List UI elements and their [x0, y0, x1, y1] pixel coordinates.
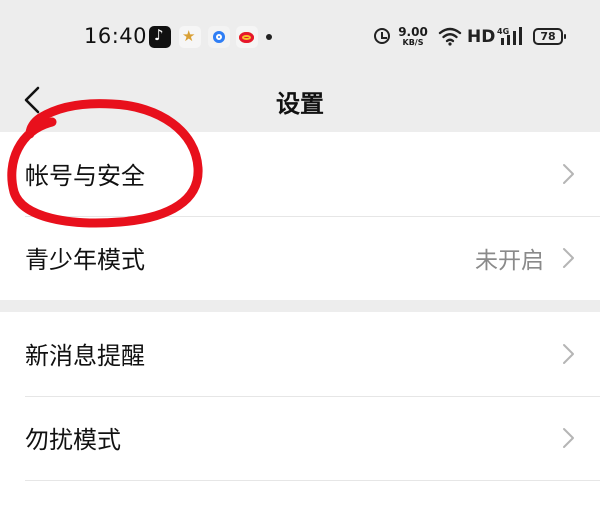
chevron-right-icon: [563, 248, 574, 268]
divider: [25, 480, 600, 481]
chevron-right-icon: [563, 164, 574, 184]
settings-item-new-message-alerts[interactable]: 新消息提醒: [0, 312, 600, 396]
tiktok-notification-icon: [149, 26, 171, 48]
settings-item-value: 未开启: [475, 248, 544, 274]
alarm-icon: [374, 28, 390, 44]
settings-item-label: 青少年模式: [25, 246, 145, 274]
weibo-notification-icon: [236, 26, 258, 48]
settings-item-teen-mode[interactable]: 青少年模式 未开启: [0, 216, 600, 300]
settings-item-account-security[interactable]: 帐号与安全: [0, 132, 600, 216]
settings-item-label: 帐号与安全: [25, 162, 145, 190]
network-type-label: 4G: [497, 27, 509, 36]
blue-circle-app-notification-icon: [208, 26, 230, 48]
settings-group-notifications: 新消息提醒 勿扰模式: [0, 312, 600, 510]
network-speed-unit: KB/S: [402, 38, 424, 47]
status-bar: 16:40 9.00 KB/S HD 4G 78: [0, 0, 600, 76]
network-speed-value: 9.00: [398, 25, 428, 39]
wifi-icon: [438, 27, 462, 46]
network-speed: 9.00 KB/S: [398, 26, 428, 47]
cellular-signal-icon: 4G: [497, 27, 522, 45]
settings-item-label: 新消息提醒: [25, 342, 145, 370]
nav-bar: 设置: [0, 76, 600, 132]
settings-item-do-not-disturb[interactable]: 勿扰模式: [0, 396, 600, 480]
settings-item-label: 勿扰模式: [25, 426, 121, 454]
battery-icon: 78: [533, 28, 566, 45]
status-time: 16:40: [84, 24, 148, 48]
more-notifications-dot-icon: [266, 34, 272, 40]
chevron-right-icon: [563, 428, 574, 448]
settings-group-account: 帐号与安全 青少年模式 未开启: [0, 132, 600, 300]
page-title: 设置: [276, 90, 324, 118]
star-app-notification-icon: [179, 26, 201, 48]
chevron-right-icon: [563, 344, 574, 364]
hd-label: HD: [467, 27, 496, 47]
